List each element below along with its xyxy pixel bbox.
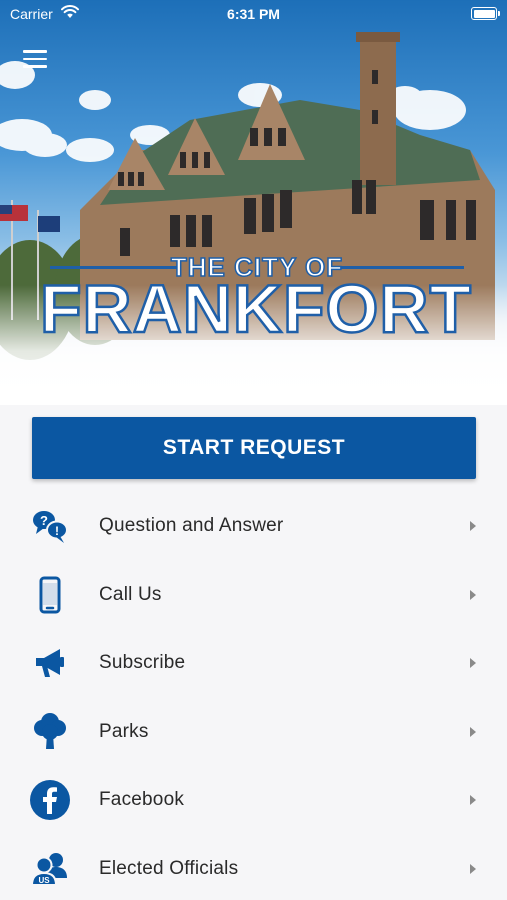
- menu-item-label: Elected Officials: [99, 857, 239, 879]
- chevron-right-icon: [470, 863, 476, 874]
- menu-item-facebook[interactable]: Facebook: [0, 766, 507, 835]
- hamburger-menu-icon[interactable]: [23, 50, 47, 70]
- menu-item-subscribe[interactable]: Subscribe: [0, 629, 507, 698]
- menu-item-question-and-answer[interactable]: ? ! Question and Answer: [0, 492, 507, 561]
- menu-item-label: Parks: [99, 720, 149, 742]
- chevron-right-icon: [470, 795, 476, 806]
- svg-text:US: US: [38, 876, 50, 885]
- menu-item-label: Facebook: [99, 789, 185, 811]
- people-icon: US: [29, 848, 71, 890]
- start-request-button[interactable]: START REQUEST: [32, 417, 476, 479]
- facebook-icon: [29, 779, 71, 821]
- app-screen: THE CITY OF FRANKFORT Carrier 6:31 PM ST…: [0, 0, 507, 900]
- menu-item-call-us[interactable]: Call Us: [0, 561, 507, 630]
- city-logo-title: FRANKFORT: [39, 271, 473, 347]
- chevron-right-icon: [470, 521, 476, 532]
- menu-item-label: Subscribe: [99, 652, 186, 674]
- menu-list: ? ! Question and Answer Call Us Subscrib…: [0, 492, 507, 900]
- tree-icon: [29, 711, 71, 753]
- clock: 6:31 PM: [227, 6, 280, 22]
- megaphone-icon: [29, 642, 71, 684]
- chevron-right-icon: [470, 658, 476, 669]
- question-bubbles-icon: ? !: [29, 505, 71, 547]
- menu-item-label: Question and Answer: [99, 515, 284, 537]
- battery-icon: [471, 7, 500, 20]
- status-bar: Carrier 6:31 PM: [0, 0, 507, 30]
- svg-text:?: ?: [40, 513, 48, 528]
- chevron-right-icon: [470, 589, 476, 600]
- menu-item-elected-officials[interactable]: US Elected Officials: [0, 835, 507, 900]
- chevron-right-icon: [470, 726, 476, 737]
- phone-icon: [29, 574, 71, 616]
- menu-item-parks[interactable]: Parks: [0, 698, 507, 767]
- hero-banner: THE CITY OF FRANKFORT: [0, 0, 507, 405]
- svg-text:!: !: [55, 524, 59, 538]
- menu-item-label: Call Us: [99, 583, 162, 605]
